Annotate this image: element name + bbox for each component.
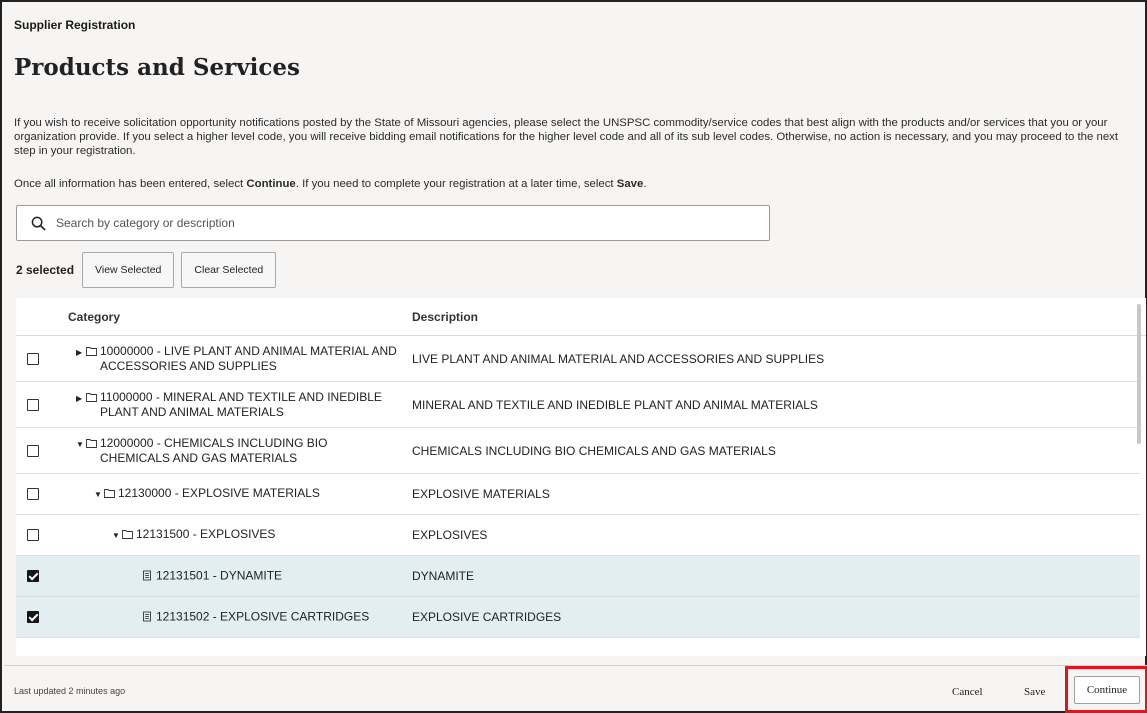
category-cell: ▼ 12000000 - CHEMICALS INCLUDING BIO CHEM… bbox=[76, 436, 400, 466]
table-header: Category Description bbox=[16, 298, 1146, 336]
table-row[interactable]: ▶ 11000000 - MINERAL AND TEXTILE AND INED… bbox=[16, 382, 1140, 428]
collapse-arrow-icon[interactable]: ▼ bbox=[76, 437, 86, 452]
footer: Last updated 2 minutes ago Cancel Save C… bbox=[4, 665, 1147, 713]
category-label: 12131502 - EXPLOSIVE CARTRIDGES bbox=[156, 609, 370, 624]
description-cell: EXPLOSIVE MATERIALS bbox=[412, 487, 550, 501]
row-checkbox[interactable] bbox=[27, 529, 39, 541]
table-row[interactable]: ▶ 10000000 - LIVE PLANT AND ANIMAL MATERI… bbox=[16, 336, 1140, 382]
search-icon bbox=[31, 216, 46, 231]
table-row[interactable]: ▼ 12130000 - EXPLOSIVE MATERIALS EXPLOSIVE… bbox=[16, 474, 1140, 515]
search-input[interactable] bbox=[56, 216, 736, 230]
description-cell: DYNAMITE bbox=[412, 569, 475, 583]
instruction-text: Once all information has been entered, s… bbox=[14, 178, 647, 190]
description-cell: MINERAL AND TEXTILE AND INEDIBLE PLANT A… bbox=[412, 397, 818, 412]
category-label: 12131501 - DYNAMITE bbox=[156, 568, 283, 583]
row-checkbox[interactable] bbox=[27, 398, 39, 411]
document-icon bbox=[143, 570, 151, 581]
table-body: ▶ 10000000 - LIVE PLANT AND ANIMAL MATERI… bbox=[16, 336, 1146, 638]
expand-arrow-icon[interactable]: ▶ bbox=[76, 345, 86, 360]
category-cell: 12131502 - EXPLOSIVE CARTRIDGES bbox=[142, 610, 456, 625]
row-checkbox[interactable] bbox=[27, 488, 39, 500]
row-checkbox[interactable] bbox=[27, 352, 39, 365]
collapse-arrow-icon[interactable]: ▼ bbox=[112, 528, 122, 543]
continue-button[interactable]: Continue bbox=[1074, 676, 1140, 704]
collapse-arrow-icon[interactable]: ▼ bbox=[94, 487, 104, 502]
folder-icon bbox=[122, 530, 133, 539]
search-box[interactable] bbox=[16, 205, 770, 241]
description-cell: EXPLOSIVE CARTRIDGES bbox=[412, 610, 562, 624]
save-button[interactable]: Save bbox=[1024, 680, 1045, 704]
app-title: Supplier Registration bbox=[14, 18, 136, 32]
category-cell: ▼ 12130000 - EXPLOSIVE MATERIALS bbox=[94, 486, 418, 502]
category-label: 12131500 - EXPLOSIVES bbox=[136, 527, 276, 541]
page-frame: Supplier Registration Products and Servi… bbox=[0, 0, 1147, 713]
description-cell: LIVE PLANT AND ANIMAL MATERIAL AND ACCES… bbox=[412, 351, 825, 366]
category-label: 11000000 - MINERAL AND TEXTILE AND INEDI… bbox=[100, 389, 382, 419]
folder-icon bbox=[86, 438, 97, 448]
instruction-part3: . bbox=[643, 178, 647, 190]
column-header-description: Description bbox=[412, 309, 479, 324]
continue-highlight-box: Continue bbox=[1065, 666, 1147, 713]
instruction-part2: . If you need to complete your registrat… bbox=[295, 178, 617, 190]
table-scrollbar[interactable] bbox=[1137, 304, 1141, 444]
table-row[interactable]: ▼ 12000000 - CHEMICALS INCLUDING BIO CHEM… bbox=[16, 428, 1140, 474]
cancel-button[interactable]: Cancel bbox=[952, 680, 983, 704]
row-checkbox[interactable] bbox=[27, 570, 39, 582]
folder-icon bbox=[86, 346, 97, 356]
page-title: Products and Services bbox=[14, 54, 300, 81]
selected-count: 2 selected bbox=[16, 263, 75, 277]
category-cell: ▶ 11000000 - MINERAL AND TEXTILE AND INED… bbox=[76, 390, 400, 420]
table-row[interactable]: ▼ 12131500 - EXPLOSIVES EXPLOSIVES bbox=[16, 515, 1140, 556]
document-icon bbox=[143, 611, 151, 622]
description-cell: CHEMICALS INCLUDING BIO CHEMICALS AND GA… bbox=[412, 443, 776, 458]
table-row[interactable]: 12131502 - EXPLOSIVE CARTRIDGES EXPLOSIVE… bbox=[16, 597, 1140, 638]
description-cell: EXPLOSIVES bbox=[412, 528, 488, 542]
folder-icon bbox=[104, 489, 115, 498]
instruction-continue-word: Continue bbox=[246, 178, 296, 190]
selection-bar: 2 selected View Selected Clear Selected bbox=[16, 252, 277, 288]
clear-selected-button[interactable]: Clear Selected bbox=[181, 252, 277, 288]
row-checkbox[interactable] bbox=[27, 444, 39, 457]
column-header-category: Category bbox=[68, 309, 121, 324]
intro-text: If you wish to receive solicitation oppo… bbox=[14, 117, 1119, 157]
view-selected-button[interactable]: View Selected bbox=[82, 252, 175, 288]
category-cell: 12131501 - DYNAMITE bbox=[142, 569, 456, 584]
folder-icon bbox=[86, 392, 97, 402]
instruction-save-word: Save bbox=[616, 178, 644, 190]
category-label: 12000000 - CHEMICALS INCLUDING BIO CHEMI… bbox=[100, 435, 328, 465]
category-label: 10000000 - LIVE PLANT AND ANIMAL MATERIA… bbox=[100, 343, 397, 373]
expand-arrow-icon[interactable]: ▶ bbox=[76, 391, 86, 406]
category-table: Category Description ▶ 10000000 - LIVE PL… bbox=[16, 298, 1146, 656]
category-label: 12130000 - EXPLOSIVE MATERIALS bbox=[118, 486, 320, 500]
table-row[interactable]: 12131501 - DYNAMITE DYNAMITE bbox=[16, 556, 1140, 597]
last-updated-text: Last updated 2 minutes ago bbox=[14, 686, 126, 696]
category-cell: ▶ 10000000 - LIVE PLANT AND ANIMAL MATERI… bbox=[76, 344, 400, 374]
row-checkbox[interactable] bbox=[27, 611, 39, 623]
category-cell: ▼ 12131500 - EXPLOSIVES bbox=[112, 527, 436, 543]
instruction-part1: Once all information has been entered, s… bbox=[14, 178, 247, 190]
